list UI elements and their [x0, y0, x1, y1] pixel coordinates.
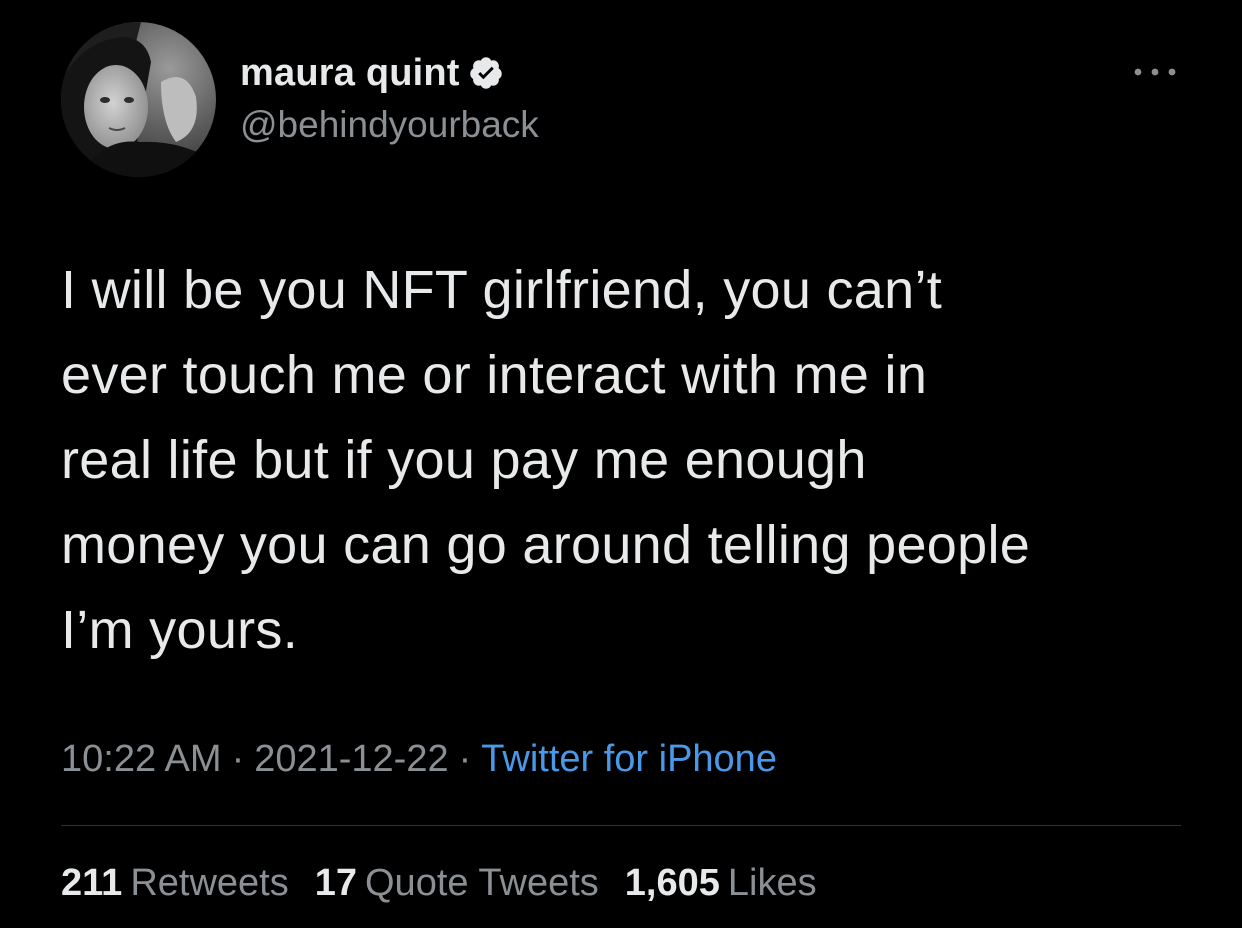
likes-stat[interactable]: 1,605 Likes — [625, 862, 817, 905]
tweet-text-line: I’m yours. — [61, 600, 299, 660]
tweet-source-link[interactable]: Twitter for iPhone — [481, 738, 777, 780]
tweet-date[interactable]: 2021-12-22 — [254, 738, 448, 780]
display-name-row: maura quint — [240, 50, 539, 96]
meta-separator: · — [231, 738, 245, 780]
quote-tweets-label: Quote Tweets — [365, 862, 599, 904]
avatar[interactable] — [61, 22, 216, 177]
tweet-text: I will be you NFT girlfriend, you can’t … — [61, 248, 1191, 673]
divider — [61, 825, 1181, 826]
retweets-label: Retweets — [130, 862, 289, 904]
handle[interactable]: @behindyourback — [240, 104, 539, 146]
more-button[interactable] — [1125, 56, 1185, 88]
likes-label: Likes — [727, 862, 817, 904]
author-names: maura quint @behindyourback — [240, 50, 539, 146]
tweet-detail: maura quint @behindyourback I will be yo… — [0, 0, 1242, 928]
retweets-stat[interactable]: 211 Retweets — [61, 862, 289, 905]
tweet-text-line: money you can go around telling people — [61, 515, 1031, 575]
tweet-time[interactable]: 10:22 AM — [61, 738, 222, 780]
tweet-text-line: real life but if you pay me enough — [61, 430, 867, 490]
profile-photo-icon — [61, 22, 216, 177]
retweets-count: 211 — [61, 862, 123, 904]
more-horizontal-icon — [1134, 68, 1176, 76]
meta-separator: · — [458, 738, 472, 780]
tweet-text-line: ever touch me or interact with me in — [61, 345, 928, 405]
display-name[interactable]: maura quint — [240, 52, 460, 95]
tweet-text-line: I will be you NFT girlfriend, you can’t — [61, 260, 943, 320]
tweet-stats: 211 Retweets 17 Quote Tweets 1,605 Likes — [61, 862, 843, 905]
verified-badge-icon — [468, 55, 504, 91]
quote-tweets-count: 17 — [314, 862, 357, 904]
quote-tweets-stat[interactable]: 17 Quote Tweets — [315, 862, 599, 905]
likes-count: 1,605 — [624, 862, 720, 904]
tweet-meta: 10:22 AM · 2021-12-22 · Twitter for iPhone — [61, 738, 777, 781]
